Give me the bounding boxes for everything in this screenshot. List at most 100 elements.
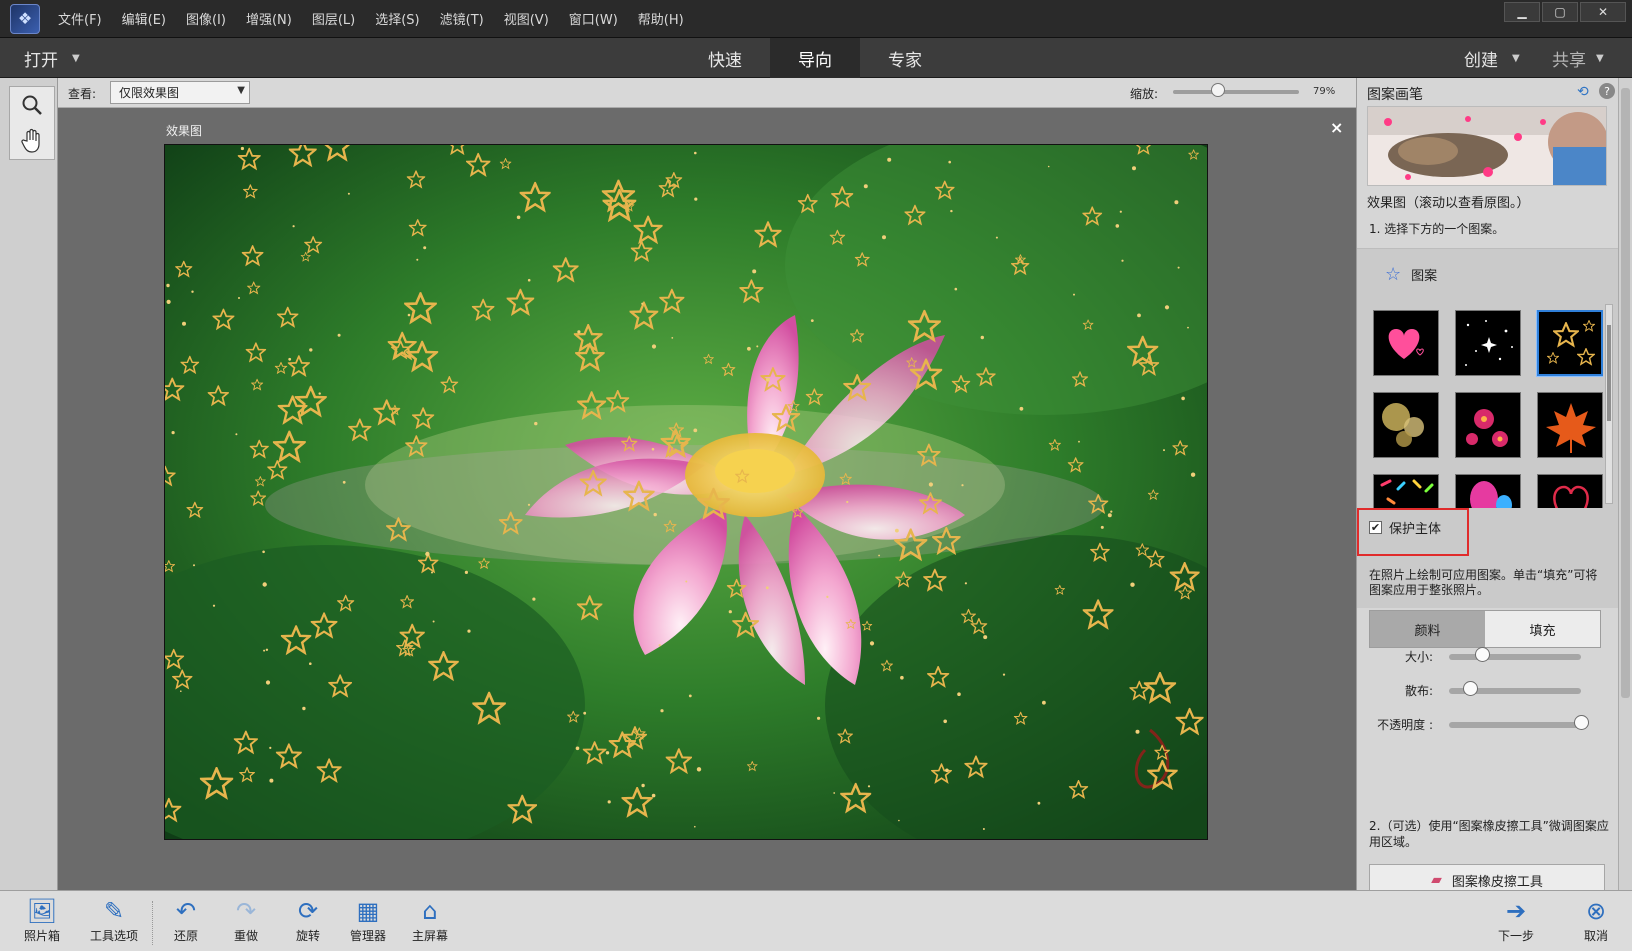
undo-button[interactable]: ↶ 还原 (154, 895, 218, 949)
menu-edit[interactable]: 编辑(E) (122, 9, 166, 28)
protect-subject-checkbox[interactable]: ✔ (1369, 521, 1382, 534)
menu-file[interactable]: 文件(F) (58, 9, 102, 28)
sparkle-dot (302, 706, 306, 711)
fill-button[interactable]: 填充 (1485, 611, 1600, 647)
photo-canvas[interactable] (164, 144, 1208, 840)
menu-select[interactable]: 选择(S) (375, 9, 419, 28)
menu-filter[interactable]: 滤镜(T) (440, 9, 484, 28)
tab-expert[interactable]: 专家 (860, 38, 950, 78)
sparkle-dot (900, 675, 904, 680)
pattern-header: ☆ 图案 (1385, 264, 1437, 285)
redo-button[interactable]: ↷ 重做 (214, 895, 278, 949)
menu-image[interactable]: 图像(I) (186, 9, 226, 28)
share-button[interactable]: 共享 ▼ (1552, 46, 1604, 71)
organizer-button[interactable]: ▦ 管理器 (336, 895, 400, 949)
pattern-flowers[interactable] (1455, 392, 1521, 458)
sparkle-dot (342, 480, 346, 484)
reset-icon[interactable]: ⟲ (1577, 84, 1589, 100)
sparkle-dot (1187, 326, 1189, 329)
sparkle-dot (182, 321, 186, 326)
hand-tool-icon[interactable] (10, 123, 54, 159)
pattern-bokeh[interactable] (1373, 392, 1439, 458)
menu-help[interactable]: 帮助(H) (638, 9, 684, 28)
create-button[interactable]: 创建 ▼ (1464, 46, 1520, 71)
next-button[interactable]: ➔ 下一步 (1484, 895, 1548, 949)
sparkle-dot (945, 768, 949, 773)
sparkle-dot (982, 828, 985, 830)
pattern-sparkles[interactable] (1455, 310, 1521, 376)
sparkle-dot (954, 287, 958, 291)
help-icon[interactable]: ? (1599, 83, 1615, 99)
sparkle-dot (660, 709, 664, 713)
sparkle-dot (191, 290, 194, 293)
sparkle-dot (995, 236, 998, 239)
menu-view[interactable]: 视图(V) (504, 9, 549, 28)
open-button[interactable]: 打开 ▼ (24, 46, 80, 71)
sparkle-dot (1181, 396, 1185, 401)
opacity-slider-thumb[interactable] (1574, 715, 1589, 730)
opacity-slider-track[interactable] (1449, 722, 1581, 728)
size-slider-thumb[interactable] (1475, 647, 1490, 662)
home-screen-button[interactable]: ⌂ 主屏幕 (398, 895, 462, 949)
view-label: 查看: (68, 87, 97, 101)
home-screen-label: 主屏幕 (411, 929, 448, 943)
chevron-down-icon[interactable]: ▼ (72, 53, 80, 64)
sparkle-dot (605, 751, 610, 755)
pattern-stars[interactable] (1537, 310, 1603, 376)
sparkle-dot (407, 313, 411, 317)
menu-layer[interactable]: 图层(L) (312, 9, 355, 28)
minimize-icon[interactable]: ▁ (1504, 2, 1540, 22)
zoom-tool-icon[interactable] (10, 87, 54, 123)
tool-options-button[interactable]: ✎ 工具选项 (82, 895, 146, 949)
photo-bin-icon: 🖼 (26, 897, 58, 925)
sparkle-dot (867, 785, 871, 788)
cancel-button[interactable]: ⊗ 取消 (1564, 895, 1628, 949)
close-window-icon[interactable]: ✕ (1580, 2, 1626, 22)
photo-bin-label: 照片箱 (23, 929, 60, 943)
menu-enhance[interactable]: 增强(N) (246, 9, 292, 28)
sparkle-dot (1002, 673, 1006, 676)
size-slider-track[interactable] (1449, 654, 1581, 660)
sparkle-dot (337, 333, 341, 337)
mode-tabs: 快速 导向 专家 (680, 38, 950, 78)
close-icon[interactable]: × (1330, 118, 1343, 137)
size-slider-row: 大小: (1357, 646, 1618, 666)
sparkle-dot (928, 482, 934, 487)
menu-window[interactable]: 窗口(W) (569, 9, 618, 28)
pattern-grid (1371, 310, 1603, 508)
sparkle-dot (238, 297, 240, 299)
pattern-grid-scrollbar[interactable] (1605, 304, 1613, 504)
sparkle-dot (651, 793, 656, 798)
pattern-hearts[interactable] (1373, 310, 1439, 376)
sparkle-dot (1177, 266, 1180, 269)
sparkle-dot (309, 662, 312, 665)
maximize-icon[interactable]: ▢ (1542, 2, 1578, 22)
pattern-eraser-label: 图案橡皮擦工具 (1451, 874, 1543, 890)
rotate-icon: ⟳ (297, 897, 319, 925)
pattern-heart-outline[interactable] (1537, 474, 1603, 508)
panel-scrollbar[interactable] (1618, 78, 1632, 890)
scatter-label: 散布: (1404, 684, 1433, 698)
pattern-balloons[interactable] (1455, 474, 1521, 508)
sparkle-dot (269, 746, 272, 750)
sparkle-dot (693, 428, 698, 433)
preview-thumbnail[interactable] (1367, 106, 1607, 186)
pattern-eraser-button[interactable]: ▰ 图案橡皮擦工具 (1369, 864, 1605, 890)
tool-options-icon: ✎ (103, 897, 125, 925)
sparkle-dot (810, 319, 814, 322)
view-select[interactable]: 仅限效果图 ▼ (110, 81, 250, 104)
tab-quick[interactable]: 快速 (680, 38, 770, 78)
step-1-text: 1. 选择下方的一个图案。 (1369, 222, 1505, 236)
zoom-slider-thumb[interactable] (1211, 83, 1226, 97)
tab-guided[interactable]: 导向 (770, 38, 860, 78)
sparkle-dot (425, 551, 430, 557)
paint-button[interactable]: 颜料 (1370, 611, 1485, 647)
photo-bin-button[interactable]: 🖼 照片箱 (10, 895, 74, 949)
pattern-confetti[interactable] (1373, 474, 1439, 508)
pattern-leaf[interactable] (1537, 392, 1603, 458)
protect-subject-row[interactable]: ✔ 保护主体 (1369, 518, 1441, 537)
sparkle-dot (347, 192, 350, 195)
redo-label: 重做 (233, 929, 258, 943)
rotate-button[interactable]: ⟳ 旋转 (276, 895, 340, 949)
zoom-slider-track[interactable] (1173, 90, 1299, 94)
